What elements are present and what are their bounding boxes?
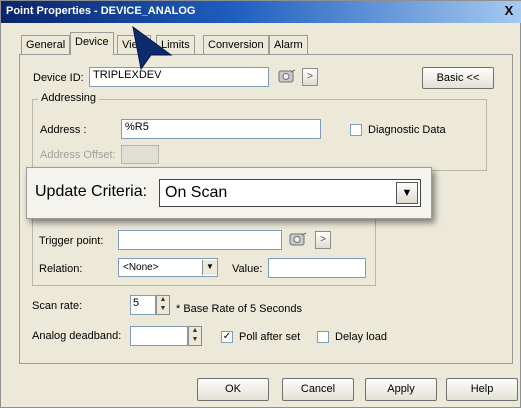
- update-criteria-value: On Scan: [165, 184, 228, 201]
- browse-device-icon[interactable]: [277, 68, 297, 86]
- ok-button[interactable]: OK: [197, 378, 269, 401]
- value-label: Value:: [232, 263, 263, 275]
- delay-load-label: Delay load: [335, 331, 387, 343]
- address-field[interactable]: %R5: [121, 119, 321, 139]
- address-label: Address :: [40, 124, 87, 136]
- scan-rate-field[interactable]: 5: [130, 295, 156, 315]
- chevron-down-icon[interactable]: ▼: [202, 260, 217, 275]
- diagnostic-data-label: Diagnostic Data: [368, 124, 446, 136]
- help-button[interactable]: Help: [446, 378, 518, 401]
- tab-general[interactable]: General: [21, 35, 71, 55]
- poll-after-set-checkbox[interactable]: ✓: [221, 331, 233, 343]
- basic-button[interactable]: Basic <<: [422, 67, 494, 89]
- analog-deadband-field[interactable]: [130, 326, 188, 346]
- tab-conversion[interactable]: Conversion: [203, 35, 269, 55]
- cancel-button[interactable]: Cancel: [282, 378, 354, 401]
- diagnostic-data-checkbox[interactable]: [350, 124, 362, 136]
- device-more-button[interactable]: >: [302, 68, 318, 86]
- relation-label: Relation:: [39, 263, 83, 275]
- base-rate-note: * Base Rate of 5 Seconds: [176, 303, 302, 315]
- point-properties-dialog: Point Properties - DEVICE_ANALOG X Gener…: [0, 0, 521, 408]
- address-offset-field: [121, 145, 159, 164]
- delay-load-checkbox[interactable]: [317, 331, 329, 343]
- deadband-stepper[interactable]: ▲ ▼: [188, 326, 202, 346]
- update-criteria-select[interactable]: On Scan ▼: [159, 179, 421, 207]
- poll-after-set-label: Poll after set: [239, 331, 301, 343]
- chevron-down-icon[interactable]: ▼: [396, 182, 418, 204]
- spin-up-icon[interactable]: ▲: [157, 296, 169, 305]
- apply-button[interactable]: Apply: [365, 378, 437, 401]
- close-icon[interactable]: X: [501, 3, 517, 19]
- update-criteria-callout: Update Criteria: On Scan ▼: [26, 167, 432, 219]
- spin-down-icon[interactable]: ▼: [157, 305, 169, 314]
- browse-trigger-icon[interactable]: [288, 231, 308, 249]
- scan-rate-label: Scan rate:: [32, 300, 83, 312]
- window-title: Point Properties - DEVICE_ANALOG: [6, 5, 196, 17]
- relation-select-value: <None>: [123, 262, 159, 273]
- spin-down-icon[interactable]: ▼: [189, 336, 201, 345]
- trigger-point-field[interactable]: [118, 230, 282, 250]
- device-id-label: Device ID:: [33, 72, 84, 84]
- address-offset-label: Address Offset:: [40, 149, 116, 161]
- scan-rate-stepper[interactable]: ▲ ▼: [156, 295, 170, 315]
- relation-select[interactable]: <None> ▼: [118, 258, 218, 277]
- trigger-point-label: Trigger point:: [39, 235, 104, 247]
- update-criteria-label: Update Criteria:: [35, 183, 148, 200]
- device-id-field[interactable]: TRIPLEXDEV: [89, 67, 269, 87]
- addressing-group-title: Addressing: [38, 92, 100, 104]
- trigger-more-button[interactable]: >: [315, 231, 331, 249]
- title-bar[interactable]: Point Properties - DEVICE_ANALOG: [1, 1, 521, 23]
- value-field[interactable]: [268, 258, 366, 278]
- tab-device[interactable]: Device: [70, 32, 114, 55]
- analog-deadband-label: Analog deadband:: [32, 330, 122, 342]
- spin-up-icon[interactable]: ▲: [189, 327, 201, 336]
- tab-alarm[interactable]: Alarm: [269, 35, 308, 55]
